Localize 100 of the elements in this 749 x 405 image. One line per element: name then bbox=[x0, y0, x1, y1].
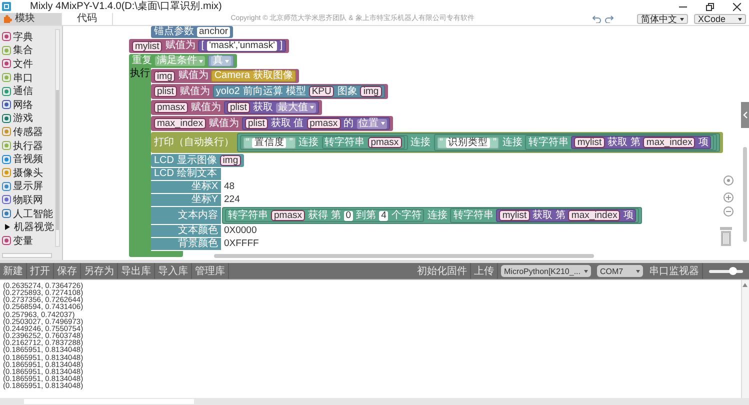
block-label: 连接 bbox=[298, 138, 319, 148]
value-field[interactable]: 224 bbox=[222, 195, 242, 205]
category-icon bbox=[2, 195, 11, 204]
variable-field[interactable]: plist bbox=[226, 102, 250, 113]
scrollbar[interactable] bbox=[2, 253, 52, 258]
scrollbar[interactable] bbox=[0, 398, 749, 405]
trash-icon[interactable] bbox=[719, 226, 733, 246]
value-block[interactable]: mylist 获取 第 max_index 项 bbox=[496, 209, 636, 222]
caret-up-icon[interactable] bbox=[742, 282, 748, 288]
variable-field[interactable]: mylist bbox=[499, 210, 530, 221]
value-block[interactable]: “ 识别类型 ” bbox=[436, 136, 500, 148]
value-field[interactable]: 0XFFFF bbox=[222, 239, 261, 249]
language-select[interactable]: 简体中文 bbox=[637, 14, 688, 24]
value-block[interactable]: plist 获取 值 pmasx 的 位置 bbox=[242, 117, 390, 130]
sidebar-item[interactable]: 字典 bbox=[0, 30, 54, 44]
value-block[interactable]: yolo2 前向运算 模型 KPU 图象 img bbox=[212, 85, 385, 98]
variable-field[interactable]: pmasx bbox=[154, 102, 188, 113]
variable-field[interactable]: img bbox=[154, 70, 176, 82]
block-label: 转字符串 bbox=[324, 138, 365, 148]
value-block[interactable]: “ 置信度 ” 连接 转字符串 pmasx bbox=[240, 135, 408, 150]
value-block[interactable]: 转字符串 pmasx 获得 第 0 到第 4 个字符 bbox=[225, 209, 424, 222]
variable-field[interactable]: plist bbox=[244, 118, 268, 129]
sidebar-item[interactable]: 显示屏 bbox=[0, 180, 54, 194]
variable-field[interactable]: max_index bbox=[154, 118, 206, 129]
code-block[interactable]: plist 赋值为 yolo2 前向运算 模型 KPU 图象 img bbox=[151, 84, 388, 99]
value-field[interactable]: 'mask','unmask' bbox=[207, 41, 277, 51]
target-icon[interactable] bbox=[723, 175, 734, 186]
scrollbar[interactable] bbox=[214, 254, 594, 258]
sidebar-item[interactable]: 音视频 bbox=[0, 152, 54, 166]
value-block[interactable]: plist 获取 最大值 bbox=[224, 101, 319, 114]
value-field[interactable]: 4 bbox=[379, 210, 388, 220]
value-block[interactable]: “ 置信度 ” 连接 转字符串 pmasx 连接 “ 识别类型 ” 连接 转字符串 mylist 获取 第 max_index 项 bbox=[237, 133, 720, 152]
sidebar-item[interactable]: 摄像头 bbox=[0, 166, 54, 180]
value-block[interactable]: 转字符串 mylist 获取 第 max_index 项 bbox=[450, 208, 640, 223]
value-block[interactable]: 转字符串 pmasx 获得 第 0 到第 4 个字符 连接 转字符串 mylist 获取 第 max_index 项 bbox=[222, 207, 642, 224]
code-block[interactable]: mylist 赋值为 [ 'mask','unmask' ] bbox=[129, 39, 289, 53]
variable-field[interactable]: pmasx bbox=[306, 118, 341, 129]
sidebar-item[interactable]: 物联网 bbox=[0, 193, 54, 207]
code-block[interactable]: img 赋值为 Camera 获取图像 bbox=[151, 69, 299, 83]
value-block[interactable]: “ 识别类型 ” 连接 转字符串 mylist 获取 第 max_index 项 bbox=[434, 134, 718, 151]
value-block[interactable]: 转字符串 pmasx bbox=[322, 136, 405, 149]
value-field[interactable]: 0X0000 bbox=[222, 226, 259, 236]
sidebar-item[interactable]: 传感器 bbox=[0, 125, 54, 139]
variable-field[interactable]: max_index bbox=[568, 210, 620, 221]
scrollbar[interactable] bbox=[741, 280, 749, 398]
zoom-in-icon[interactable] bbox=[723, 192, 734, 203]
variable-field[interactable]: pmasx bbox=[368, 137, 402, 148]
chevron-left-icon[interactable] bbox=[742, 111, 748, 119]
code-block[interactable]: max_index 赋值为 plist 获取 值 pmasx 的 位置 bbox=[151, 116, 393, 131]
block-label: 连接 bbox=[427, 210, 448, 220]
code-block[interactable]: pmasx 赋值为 plist 获取 最大值 bbox=[151, 100, 322, 115]
block-label: LCD 显示图像 bbox=[154, 156, 217, 166]
code-block[interactable]: 打印（自动换行） “ 置信度 ” 连接 转字符串 pmasx 连接 “ 识别类型 ” 连接 转字符串 mylist 获取 第 max_index 项 bbox=[151, 132, 724, 153]
sidebar-item[interactable]: 人工智能 bbox=[0, 206, 54, 220]
value-block[interactable]: “ 置信度 ” bbox=[243, 136, 296, 148]
variable-field[interactable]: img bbox=[360, 86, 382, 97]
sidebar-item[interactable]: 集合 bbox=[0, 44, 54, 58]
zoom-out-icon[interactable] bbox=[723, 206, 734, 217]
collapse-handle[interactable] bbox=[741, 102, 749, 128]
value-block[interactable]: mylist 获取 第 max_index 项 bbox=[571, 136, 712, 149]
value-field[interactable]: 置信度 bbox=[252, 138, 286, 148]
variable-field[interactable]: img bbox=[220, 155, 242, 166]
block-label: 前向运算 bbox=[242, 86, 283, 96]
code-block[interactable]: LCD 显示图像 img bbox=[151, 154, 244, 167]
close-icon[interactable] bbox=[733, 2, 741, 10]
sidebar-item[interactable]: 通信 bbox=[0, 84, 54, 98]
value-block[interactable]: [ 'mask','unmask' ] bbox=[198, 40, 286, 52]
block-label: “ bbox=[440, 138, 444, 148]
redo-icon[interactable] bbox=[605, 15, 614, 23]
block-label: 获取 第 bbox=[532, 210, 566, 220]
variable-field[interactable]: pmasx bbox=[271, 210, 305, 221]
block-label: 打印（自动换行） bbox=[154, 138, 234, 148]
slider-thumb[interactable] bbox=[728, 266, 737, 274]
port-select[interactable]: COM7 bbox=[597, 265, 643, 277]
sidebar-item[interactable]: 游戏 bbox=[0, 112, 54, 126]
scrollbar[interactable] bbox=[743, 147, 747, 242]
value-field[interactable]: 识别类型 bbox=[446, 138, 490, 148]
value-field[interactable]: 0 bbox=[344, 210, 354, 220]
undo-icon[interactable] bbox=[592, 15, 601, 23]
variable-field[interactable]: KPU bbox=[308, 86, 334, 97]
slider[interactable] bbox=[709, 270, 743, 272]
variable-field[interactable]: max_index bbox=[643, 137, 696, 148]
variable-field[interactable]: mylist bbox=[574, 137, 605, 148]
sidebar-item[interactable]: 机器视觉 bbox=[0, 220, 54, 234]
value-block[interactable]: 转字符串 mylist 获取 第 max_index 项 bbox=[525, 135, 714, 150]
tab[interactable]: 模块 bbox=[0, 13, 62, 25]
maximize-icon[interactable] bbox=[706, 2, 714, 10]
code-block[interactable]: 锚点参数 anchor bbox=[151, 26, 234, 38]
sidebar-item[interactable]: 变量 bbox=[0, 234, 54, 248]
sidebar-item[interactable]: 串口 bbox=[0, 70, 54, 84]
scrollbar[interactable] bbox=[55, 29, 60, 247]
value-field[interactable]: anchor bbox=[197, 27, 230, 37]
sidebar-item[interactable]: 网络 bbox=[0, 98, 54, 112]
variable-field[interactable]: plist bbox=[154, 86, 177, 97]
variable-field[interactable]: mylist bbox=[132, 40, 162, 52]
value-field[interactable]: 48 bbox=[222, 182, 237, 192]
sidebar-item[interactable]: 文件 bbox=[0, 57, 54, 71]
board-select[interactable]: MicroPython[K210_... bbox=[501, 265, 591, 277]
sidebar-item[interactable]: 执行器 bbox=[0, 138, 54, 152]
theme-select[interactable]: XCode bbox=[694, 14, 746, 24]
